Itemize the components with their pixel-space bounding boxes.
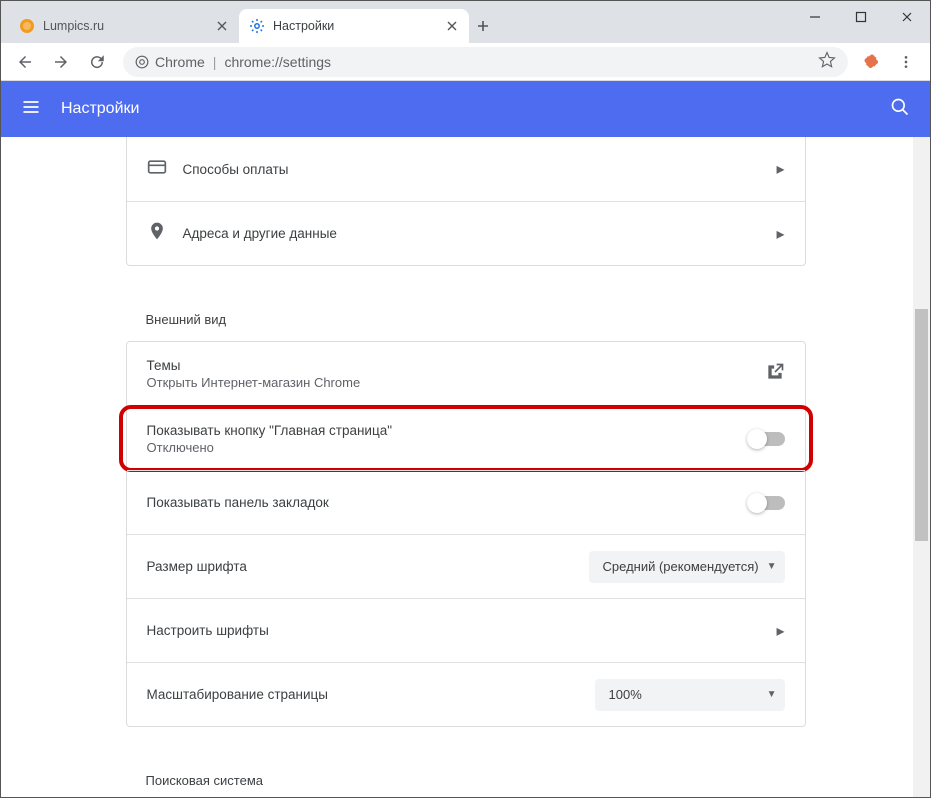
- content: Способы оплаты ▸ Адреса и другие данные …: [126, 137, 806, 797]
- scrollbar-thumb[interactable]: [915, 309, 928, 541]
- chrome-origin-chip: Chrome: [135, 54, 205, 70]
- tabs: Lumpics.ru Настройки: [9, 9, 497, 43]
- maximize-button[interactable]: [838, 1, 884, 33]
- close-icon[interactable]: [445, 19, 459, 33]
- appearance-card: Темы Открыть Интернет-магазин Chrome Пок…: [126, 341, 806, 727]
- addr-url: chrome://settings: [224, 54, 331, 70]
- close-icon[interactable]: [215, 19, 229, 33]
- hamburger-icon[interactable]: [21, 97, 41, 122]
- select-value: Средний (рекомендуется): [603, 559, 759, 574]
- extension-icon[interactable]: [858, 48, 886, 76]
- tab-settings[interactable]: Настройки: [239, 9, 469, 43]
- select-value: 100%: [609, 687, 759, 702]
- chevron-right-icon: ▸: [776, 159, 784, 179]
- row-page-zoom: Масштабирование страницы 100% ▼: [127, 662, 805, 726]
- row-customize-fonts[interactable]: Настроить шрифты ▸: [127, 598, 805, 662]
- chevron-right-icon: ▸: [776, 621, 784, 641]
- window-titlebar: Lumpics.ru Настройки: [1, 1, 930, 43]
- page-zoom-select[interactable]: 100% ▼: [595, 679, 785, 711]
- location-pin-icon: [147, 221, 183, 246]
- addr-origin-label: Chrome: [155, 54, 205, 70]
- back-button[interactable]: [9, 46, 41, 78]
- section-title-appearance: Внешний вид: [126, 290, 806, 341]
- row-label: Показывать панель закладок: [147, 495, 749, 510]
- row-label: Размер шрифта: [147, 559, 589, 574]
- row-label: Адреса и другие данные: [183, 226, 777, 241]
- bookmark-star-icon[interactable]: [818, 51, 836, 72]
- row-label: Темы: [147, 358, 765, 373]
- chevron-down-icon: ▼: [767, 689, 777, 700]
- row-label: Показывать кнопку "Главная страница": [147, 423, 749, 438]
- credit-card-icon: [147, 157, 183, 182]
- row-label: Способы оплаты: [183, 162, 777, 177]
- section-title-search: Поисковая система: [126, 751, 806, 797]
- close-button[interactable]: [884, 1, 930, 33]
- new-tab-button[interactable]: [469, 9, 497, 43]
- address-bar[interactable]: Chrome | chrome://settings: [123, 47, 848, 77]
- scrollbar-track[interactable]: [913, 137, 930, 797]
- settings-header: Настройки: [1, 81, 930, 137]
- minimize-button[interactable]: [792, 1, 838, 33]
- bookmarks-bar-toggle[interactable]: [749, 496, 785, 510]
- forward-button[interactable]: [45, 46, 77, 78]
- tab-lumpics[interactable]: Lumpics.ru: [9, 9, 239, 43]
- menu-button[interactable]: [890, 46, 922, 78]
- search-icon[interactable]: [890, 97, 910, 122]
- font-size-select[interactable]: Средний (рекомендуется) ▼: [589, 551, 785, 583]
- gear-icon: [249, 18, 265, 34]
- addr-separator: |: [213, 54, 217, 70]
- home-button-toggle[interactable]: [749, 432, 785, 446]
- row-bookmarks-bar[interactable]: Показывать панель закладок: [127, 470, 805, 534]
- row-themes[interactable]: Темы Открыть Интернет-магазин Chrome: [127, 342, 805, 406]
- row-font-size: Размер шрифта Средний (рекомендуется) ▼: [127, 534, 805, 598]
- browser-toolbar: Chrome | chrome://settings: [1, 43, 930, 81]
- lumpics-favicon: [19, 18, 35, 34]
- row-label: Масштабирование страницы: [147, 687, 595, 702]
- reload-button[interactable]: [81, 46, 113, 78]
- row-home-button[interactable]: Показывать кнопку "Главная страница" Отк…: [127, 406, 805, 470]
- chevron-down-icon: ▼: [767, 561, 777, 572]
- page-title: Настройки: [61, 100, 890, 118]
- external-link-icon: [765, 362, 785, 387]
- chevron-right-icon: ▸: [776, 224, 784, 244]
- row-sublabel: Открыть Интернет-магазин Chrome: [147, 375, 765, 390]
- autofill-card: Способы оплаты ▸ Адреса и другие данные …: [126, 137, 806, 266]
- row-addresses[interactable]: Адреса и другие данные ▸: [127, 201, 805, 265]
- row-sublabel: Отключено: [147, 440, 749, 455]
- tab-title: Настройки: [273, 19, 445, 33]
- row-payment-methods[interactable]: Способы оплаты ▸: [127, 137, 805, 201]
- content-scroll[interactable]: Способы оплаты ▸ Адреса и другие данные …: [1, 137, 930, 797]
- tab-title: Lumpics.ru: [43, 19, 215, 33]
- row-label: Настроить шрифты: [147, 623, 777, 638]
- window-controls: [792, 1, 930, 33]
